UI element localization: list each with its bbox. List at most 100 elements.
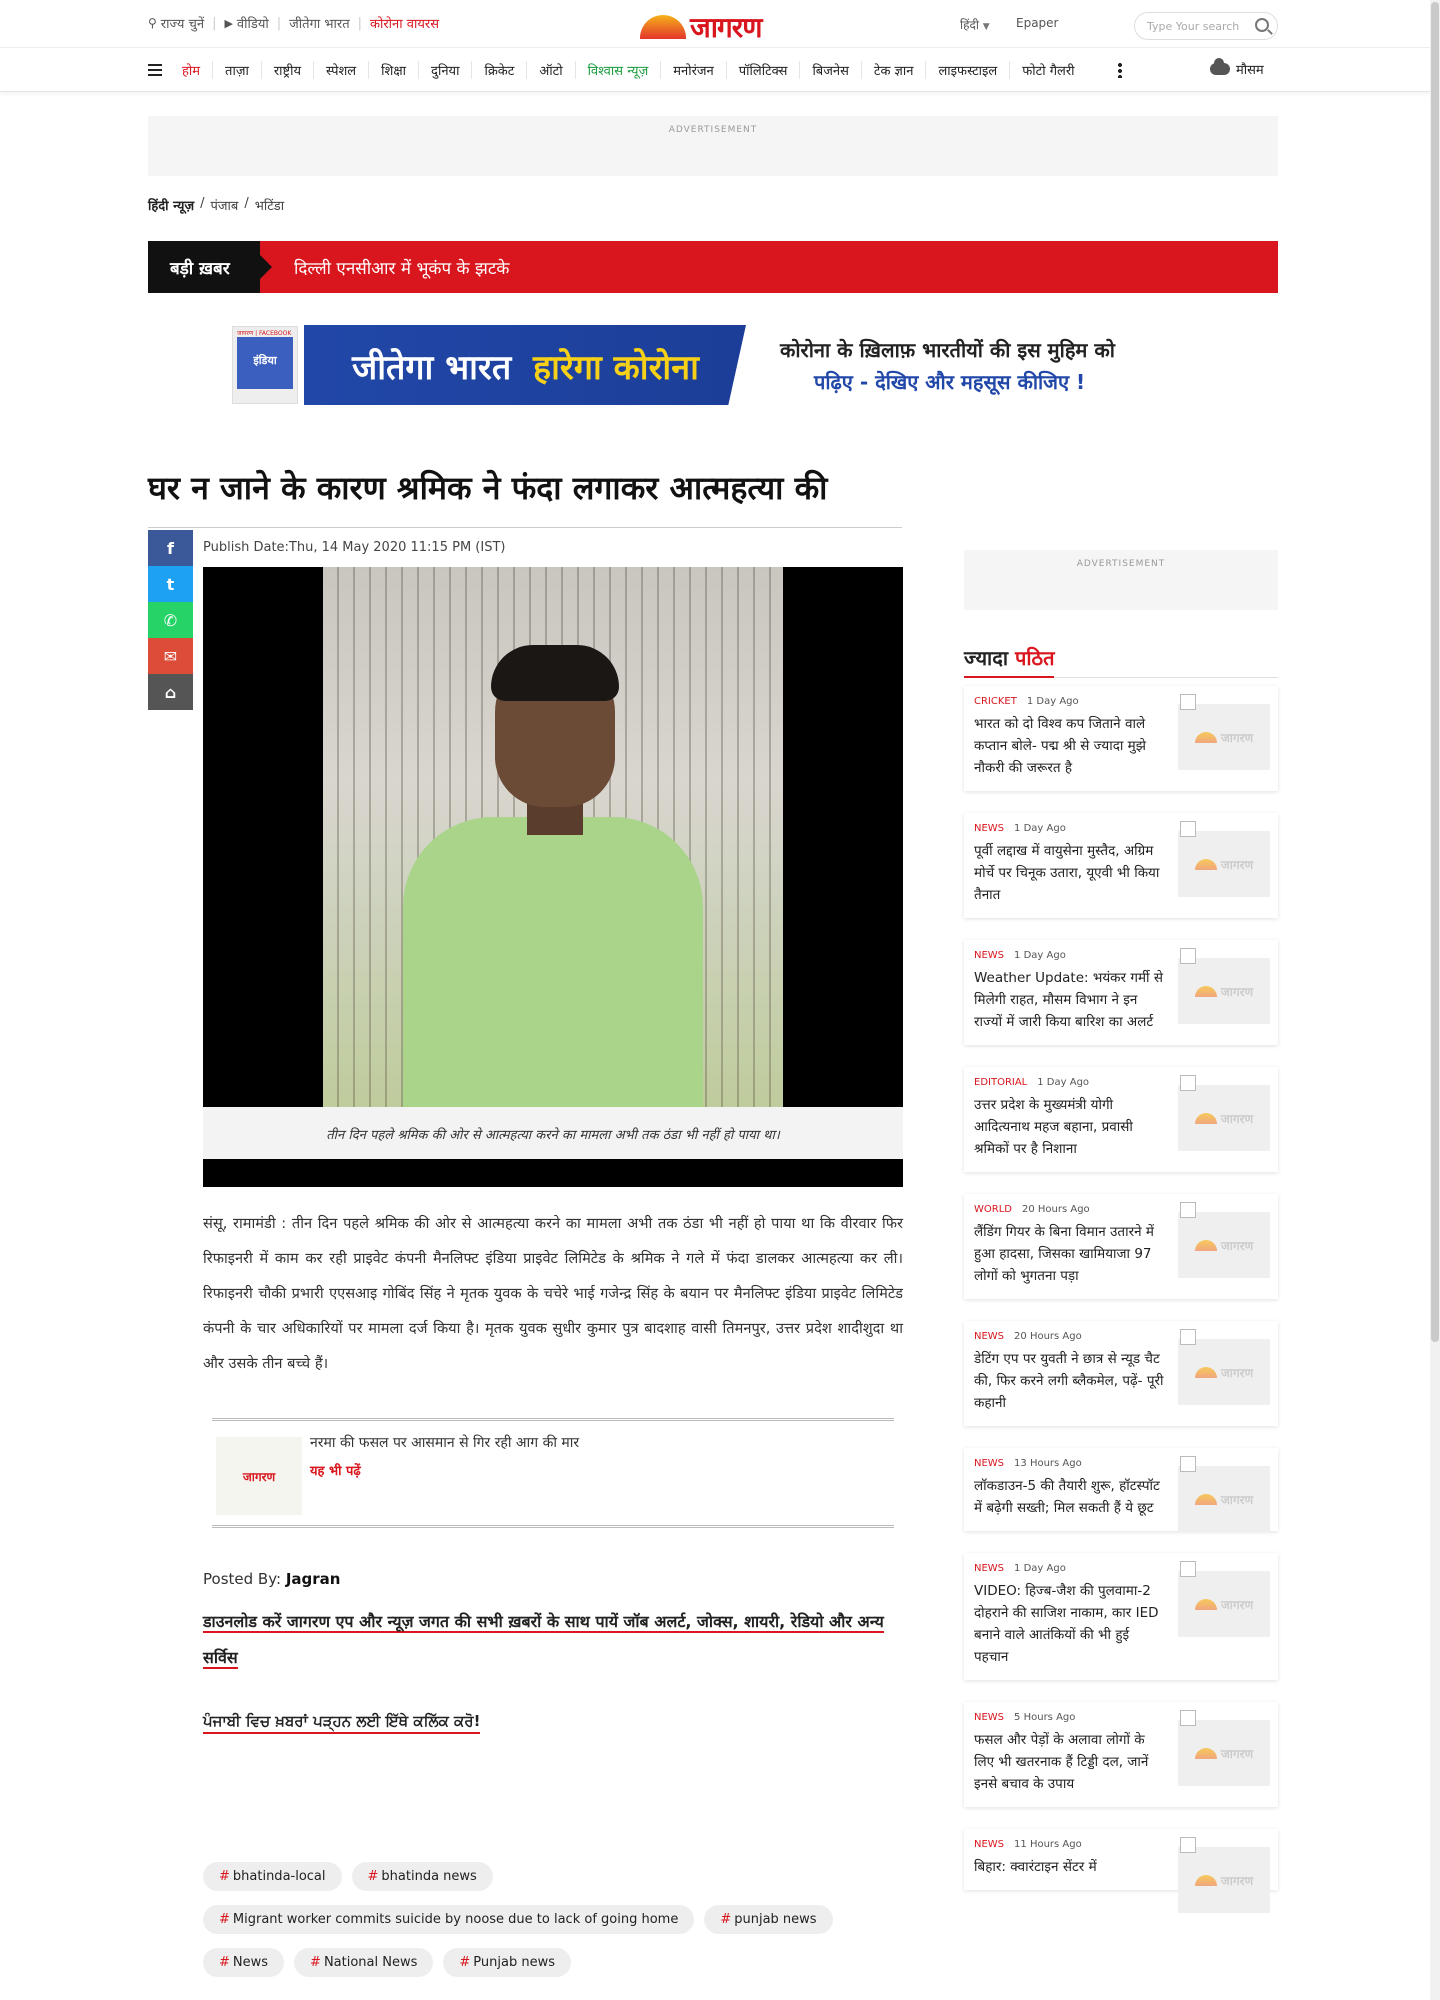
also-read-thumbnail[interactable]: जागरण — [216, 1437, 302, 1515]
card-thumbnail[interactable]: जागरण — [1178, 1710, 1270, 1786]
card-thumbnail[interactable]: जागरण — [1178, 1561, 1270, 1637]
also-read-box[interactable]: जागरण नरमा की फसल पर आसमान से गिर रही आग… — [212, 1418, 894, 1528]
download-app-text[interactable]: डाउनलोड करें जागरण एप और न्यूज़ जगत की स… — [203, 1612, 884, 1669]
card-category[interactable]: NEWS — [974, 1712, 1004, 1723]
search-input[interactable]: Type Your search — [1134, 12, 1278, 40]
most-read-card[interactable]: CRICKET 1 Day Ago भारत को दो विश्व कप जित… — [964, 686, 1278, 791]
most-read-card[interactable]: NEWS 13 Hours Ago लॉकडाउन-5 की तैयारी शुर… — [964, 1448, 1278, 1532]
separator: | — [276, 15, 282, 31]
tag-chip[interactable]: # News — [203, 1948, 285, 1977]
also-read-title[interactable]: नरमा की फसल पर आसमान से गिर रही आग की मा… — [310, 1433, 579, 1452]
most-read-card[interactable]: EDITORIAL 1 Day Ago उत्तर प्रदेश के मुख्य… — [964, 1067, 1278, 1172]
also-read-label[interactable]: यह भी पढ़ें — [310, 1461, 361, 1479]
nav-item-cricket[interactable]: क्रिकेट — [471, 61, 526, 79]
more-vertical-icon[interactable] — [1118, 62, 1122, 78]
nav-item-politics[interactable]: पॉलिटिक्स — [725, 61, 800, 79]
hamburger-menu-icon[interactable] — [148, 64, 162, 76]
card-headline[interactable]: लैंडिंग गियर के बिना विमान उतारने में हु… — [974, 1221, 1166, 1287]
card-category[interactable]: NEWS — [974, 823, 1004, 834]
most-read-card[interactable]: NEWS 11 Hours Ago बिहार: क्वारंटाइन सेंटर… — [964, 1829, 1278, 1913]
language-dropdown[interactable]: हिंदी ▼ — [960, 16, 990, 33]
video-link[interactable]: वीडियो — [237, 14, 269, 32]
sun-logo-icon — [1194, 1747, 1217, 1759]
card-thumbnail[interactable]: जागरण — [1178, 948, 1270, 1024]
epaper-link[interactable]: Epaper — [1016, 16, 1059, 30]
card-thumbnail[interactable]: जागरण — [1178, 821, 1270, 897]
jagran-logo[interactable]: जागरण — [640, 8, 762, 46]
facebook-share-icon[interactable]: f — [148, 530, 193, 566]
card-category[interactable]: EDITORIAL — [974, 1077, 1027, 1088]
jeetega-bharat-banner[interactable]: जागरण | FACEBOOK इंडिया जीतेगा भारत हारे… — [230, 322, 1240, 406]
article-photo — [323, 567, 783, 1107]
breadcrumb-bathinda[interactable]: भटिंडा — [255, 196, 284, 214]
nav-item-entertainment[interactable]: मनोरंजन — [660, 61, 726, 79]
nav-item-business[interactable]: बिजनेस — [799, 61, 860, 79]
card-category[interactable]: NEWS — [974, 950, 1004, 961]
card-headline[interactable]: Weather Update: भयंकर गर्मी से मिलेगी रा… — [974, 967, 1166, 1033]
card-category[interactable]: NEWS — [974, 1839, 1004, 1850]
card-headline[interactable]: फसल और पेड़ों के अलावा लोगों के लिए भी ख… — [974, 1729, 1166, 1795]
punjabi-news-link[interactable]: ਪੰਜਾਬੀ ਵਿਚ ਖ਼ਬਰਾਂ ਪੜ੍ਹਨ ਲਈ ਇੱਥੇ ਕਲਿੱਕ ਕਰ… — [203, 1712, 481, 1734]
whatsapp-share-icon[interactable]: ✆ — [148, 602, 193, 638]
card-time: 1 Day Ago — [1037, 1077, 1090, 1088]
nav-item-photo-gallery[interactable]: फोटो गैलरी — [1009, 61, 1086, 79]
card-headline[interactable]: VIDEO: हिज्ब-जैश की पुलवामा-2 दोहराने की… — [974, 1580, 1166, 1668]
tag-chip[interactable]: # National News — [294, 1948, 434, 1977]
card-thumbnail[interactable]: जागरण — [1178, 1329, 1270, 1405]
card-headline[interactable]: भारत को दो विश्व कप जिताने वाले कप्तान ब… — [974, 713, 1166, 779]
card-headline[interactable]: उत्तर प्रदेश के मुख्यमंत्री योगी आदित्यन… — [974, 1094, 1166, 1160]
most-read-card[interactable]: NEWS 1 Day Ago VIDEO: हिज्ब-जैश की पुलवाम… — [964, 1553, 1278, 1680]
tag-icon[interactable]: ⌂ — [148, 674, 193, 710]
nav-item-world[interactable]: दुनिया — [418, 61, 471, 79]
nav-item-auto[interactable]: ऑटो — [526, 61, 574, 79]
card-category[interactable]: NEWS — [974, 1331, 1004, 1342]
card-category[interactable]: NEWS — [974, 1458, 1004, 1469]
nav-item-latest[interactable]: ताज़ा — [212, 61, 261, 79]
card-headline[interactable]: डेटिंग एप पर युवती ने छात्र से न्यूड चैट… — [974, 1348, 1166, 1414]
card-category[interactable]: CRICKET — [974, 696, 1017, 707]
search-icon[interactable] — [1255, 18, 1269, 32]
most-read-card[interactable]: NEWS 1 Day Ago पूर्वी लद्दाख में वायुसेना… — [964, 813, 1278, 918]
nav-item-education[interactable]: शिक्षा — [368, 61, 418, 79]
nav-item-vishvas-news[interactable]: विश्वास न्यूज़ — [574, 61, 661, 79]
most-read-list: CRICKET 1 Day Ago भारत को दो विश्व कप जित… — [964, 686, 1278, 1913]
nav-item-national[interactable]: राष्ट्रीय — [260, 61, 313, 79]
card-thumbnail[interactable]: जागरण — [1178, 1456, 1270, 1532]
email-share-icon[interactable]: ✉ — [148, 638, 193, 674]
card-thumbnail[interactable]: जागरण — [1178, 1075, 1270, 1151]
posted-by-label: Posted By: — [203, 1570, 282, 1588]
select-state-link[interactable]: राज्य चुनें — [161, 14, 204, 32]
download-app-link[interactable]: डाउनलोड करें जागरण एप और न्यूज़ जगत की स… — [203, 1604, 903, 1676]
card-category[interactable]: NEWS — [974, 1563, 1004, 1574]
corona-virus-link[interactable]: कोरोना वायरस — [370, 14, 439, 32]
sun-logo-icon — [1194, 1366, 1217, 1378]
tag-chip[interactable]: # Punjab news — [443, 1948, 571, 1977]
breaking-news-bar[interactable]: बड़ी ख़बर दिल्ली एनसीआर में भूकंप के झटक… — [148, 241, 1278, 293]
tag-chip[interactable]: # bhatinda news — [351, 1862, 493, 1891]
most-read-card[interactable]: NEWS 20 Hours Ago डेटिंग एप पर युवती ने छ… — [964, 1321, 1278, 1426]
nav-item-tech[interactable]: टेक ज्ञान — [860, 61, 926, 79]
breadcrumb-home[interactable]: हिंदी न्यूज़ — [148, 196, 194, 214]
card-headline[interactable]: पूर्वी लद्दाख में वायुसेना मुस्तैद, अग्र… — [974, 840, 1166, 906]
nav-item-special[interactable]: स्पेशल — [313, 61, 368, 79]
nav-item-lifestyle[interactable]: लाइफस्टाइल — [925, 61, 1009, 79]
most-read-card[interactable]: NEWS 1 Day Ago Weather Update: भयंकर गर्म… — [964, 940, 1278, 1045]
tag-chip[interactable]: # Migrant worker commits suicide by noose… — [203, 1905, 695, 1934]
most-read-card[interactable]: NEWS 5 Hours Ago फसल और पेड़ों के अलावा ल… — [964, 1702, 1278, 1807]
nav-item-home[interactable]: होम — [170, 61, 212, 79]
card-thumbnail[interactable]: जागरण — [1178, 1837, 1270, 1913]
jeetega-bharat-link[interactable]: जीतेगा भारत — [289, 14, 349, 32]
breaking-news-headline[interactable]: दिल्ली एनसीआर में भूकंप के झटके — [294, 256, 509, 279]
twitter-share-icon[interactable]: t — [148, 566, 193, 602]
card-thumbnail[interactable]: जागरण — [1178, 1202, 1270, 1278]
scrollbar-thumb[interactable] — [1431, 2, 1439, 1342]
card-thumbnail[interactable]: जागरण — [1178, 694, 1270, 770]
tag-chip[interactable]: # punjab news — [704, 1905, 833, 1934]
breadcrumb-punjab[interactable]: पंजाब — [210, 196, 238, 214]
most-read-card[interactable]: WORLD 20 Hours Ago लैंडिंग गियर के बिना व… — [964, 1194, 1278, 1299]
tag-chip[interactable]: # bhatinda-local — [203, 1862, 342, 1891]
card-category[interactable]: WORLD — [974, 1204, 1012, 1215]
card-headline[interactable]: लॉकडाउन-5 की तैयारी शुरू, हॉटस्पॉट में ब… — [974, 1475, 1166, 1519]
card-headline[interactable]: बिहार: क्वारंटाइन सेंटर में — [974, 1856, 1166, 1878]
weather-link[interactable]: मौसम — [1210, 58, 1264, 78]
